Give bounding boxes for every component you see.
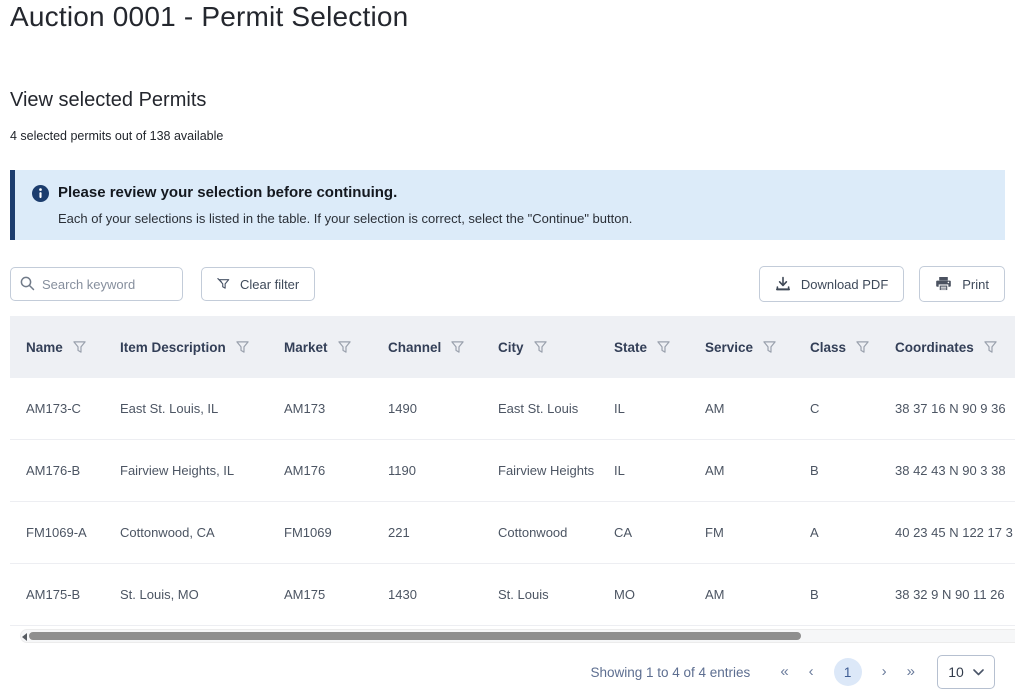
column-header-name: Name [26, 340, 120, 355]
cell-market: AM176 [284, 463, 388, 478]
table-row: AM173-C East St. Louis, IL AM173 1490 Ea… [10, 378, 1015, 440]
filter-icon[interactable] [338, 340, 351, 354]
column-header-market: Market [284, 340, 388, 355]
funnel-slash-icon [217, 277, 230, 291]
cell-market: AM173 [284, 401, 388, 416]
banner-body: Each of your selections is listed in the… [58, 210, 989, 228]
prev-page-button[interactable]: ‹ [809, 658, 814, 686]
cell-coordinates: 38 32 9 N 90 11 26 [895, 587, 1015, 602]
cell-service: AM [705, 463, 810, 478]
cell-service: AM [705, 587, 810, 602]
scroll-left-arrow-icon[interactable] [22, 633, 27, 641]
column-header-channel: Channel [388, 340, 498, 355]
cell-coordinates: 38 42 43 N 90 3 38 [895, 463, 1015, 478]
filter-icon[interactable] [534, 340, 547, 354]
cell-class: B [810, 463, 895, 478]
cell-channel: 1430 [388, 587, 498, 602]
download-icon [775, 276, 791, 292]
filter-icon[interactable] [657, 340, 670, 354]
cell-city: East St. Louis [498, 401, 614, 416]
permits-table: Name Item Description Market Channel Cit… [10, 316, 1015, 626]
cell-item-description: Fairview Heights, IL [120, 463, 284, 478]
chevron-down-icon [973, 669, 984, 676]
cell-state: MO [614, 587, 705, 602]
clear-filter-button[interactable]: Clear filter [201, 267, 315, 301]
print-icon [935, 276, 952, 292]
cell-market: AM175 [284, 587, 388, 602]
page-size-select[interactable]: 10 [937, 655, 995, 689]
column-header-state: State [614, 340, 705, 355]
table-row: AM176-B Fairview Heights, IL AM176 1190 … [10, 440, 1015, 502]
cell-item-description: St. Louis, MO [120, 587, 284, 602]
cell-item-description: Cottonwood, CA [120, 525, 284, 540]
cell-name: AM175-B [26, 587, 120, 602]
cell-name: AM173-C [26, 401, 120, 416]
column-header-city: City [498, 340, 614, 355]
scrollbar-thumb[interactable] [29, 632, 801, 640]
cell-coordinates: 40 23 45 N 122 17 3 [895, 525, 1015, 540]
clear-filter-label: Clear filter [240, 277, 299, 292]
last-page-button[interactable]: » [907, 658, 915, 686]
cell-channel: 221 [388, 525, 498, 540]
table-row: FM1069-A Cottonwood, CA FM1069 221 Cotto… [10, 502, 1015, 564]
filter-icon[interactable] [984, 340, 997, 354]
download-pdf-label: Download PDF [801, 277, 888, 292]
cell-market: FM1069 [284, 525, 388, 540]
filter-icon[interactable] [763, 340, 776, 354]
cell-city: Fairview Heights [498, 463, 614, 478]
cell-name: FM1069-A [26, 525, 120, 540]
cell-city: St. Louis [498, 587, 614, 602]
download-pdf-button[interactable]: Download PDF [759, 266, 904, 302]
filter-icon[interactable] [236, 340, 249, 354]
cell-item-description: East St. Louis, IL [120, 401, 284, 416]
cell-channel: 1490 [388, 401, 498, 416]
cell-state: IL [614, 463, 705, 478]
entries-summary: Showing 1 to 4 of 4 entries [590, 665, 750, 680]
table-row: AM175-B St. Louis, MO AM175 1430 St. Lou… [10, 564, 1015, 626]
page-title: Auction 0001 - Permit Selection [10, 0, 1005, 34]
page-number-button[interactable]: 1 [834, 658, 862, 686]
column-header-class: Class [810, 340, 895, 355]
next-page-button[interactable]: › [882, 658, 887, 686]
filter-icon[interactable] [73, 340, 86, 354]
table-toolbar: Clear filter Download PDF Print [10, 266, 1005, 302]
page-size-value: 10 [948, 664, 964, 680]
cell-coordinates: 38 37 16 N 90 9 36 [895, 401, 1015, 416]
table-header-row: Name Item Description Market Channel Cit… [10, 316, 1015, 378]
cell-service: FM [705, 525, 810, 540]
cell-state: IL [614, 401, 705, 416]
search-box [10, 267, 183, 301]
permit-selection-page: Auction 0001 - Permit Selection View sel… [0, 0, 1015, 689]
cell-city: Cottonwood [498, 525, 614, 540]
print-button[interactable]: Print [919, 266, 1005, 302]
column-header-service: Service [705, 340, 810, 355]
filter-icon[interactable] [451, 340, 464, 354]
pagination-bar: Showing 1 to 4 of 4 entries « ‹ 1 › » 10 [10, 655, 1005, 689]
cell-name: AM176-B [26, 463, 120, 478]
cell-class: A [810, 525, 895, 540]
cell-state: CA [614, 525, 705, 540]
first-page-button[interactable]: « [780, 658, 788, 686]
cell-service: AM [705, 401, 810, 416]
info-icon [32, 185, 49, 202]
banner-title: Please review your selection before cont… [58, 183, 397, 203]
section-title: View selected Permits [10, 88, 1005, 112]
search-icon [19, 275, 36, 292]
filter-icon[interactable] [856, 340, 869, 354]
cell-channel: 1190 [388, 463, 498, 478]
horizontal-scrollbar[interactable] [20, 629, 1015, 643]
column-header-coordinates: Coordinates [895, 340, 1015, 355]
print-label: Print [962, 277, 989, 292]
selection-summary: 4 selected permits out of 138 available [10, 128, 1005, 144]
review-info-banner: Please review your selection before cont… [10, 170, 1005, 240]
cell-class: C [810, 401, 895, 416]
cell-class: B [810, 587, 895, 602]
column-header-item-description: Item Description [120, 340, 284, 355]
